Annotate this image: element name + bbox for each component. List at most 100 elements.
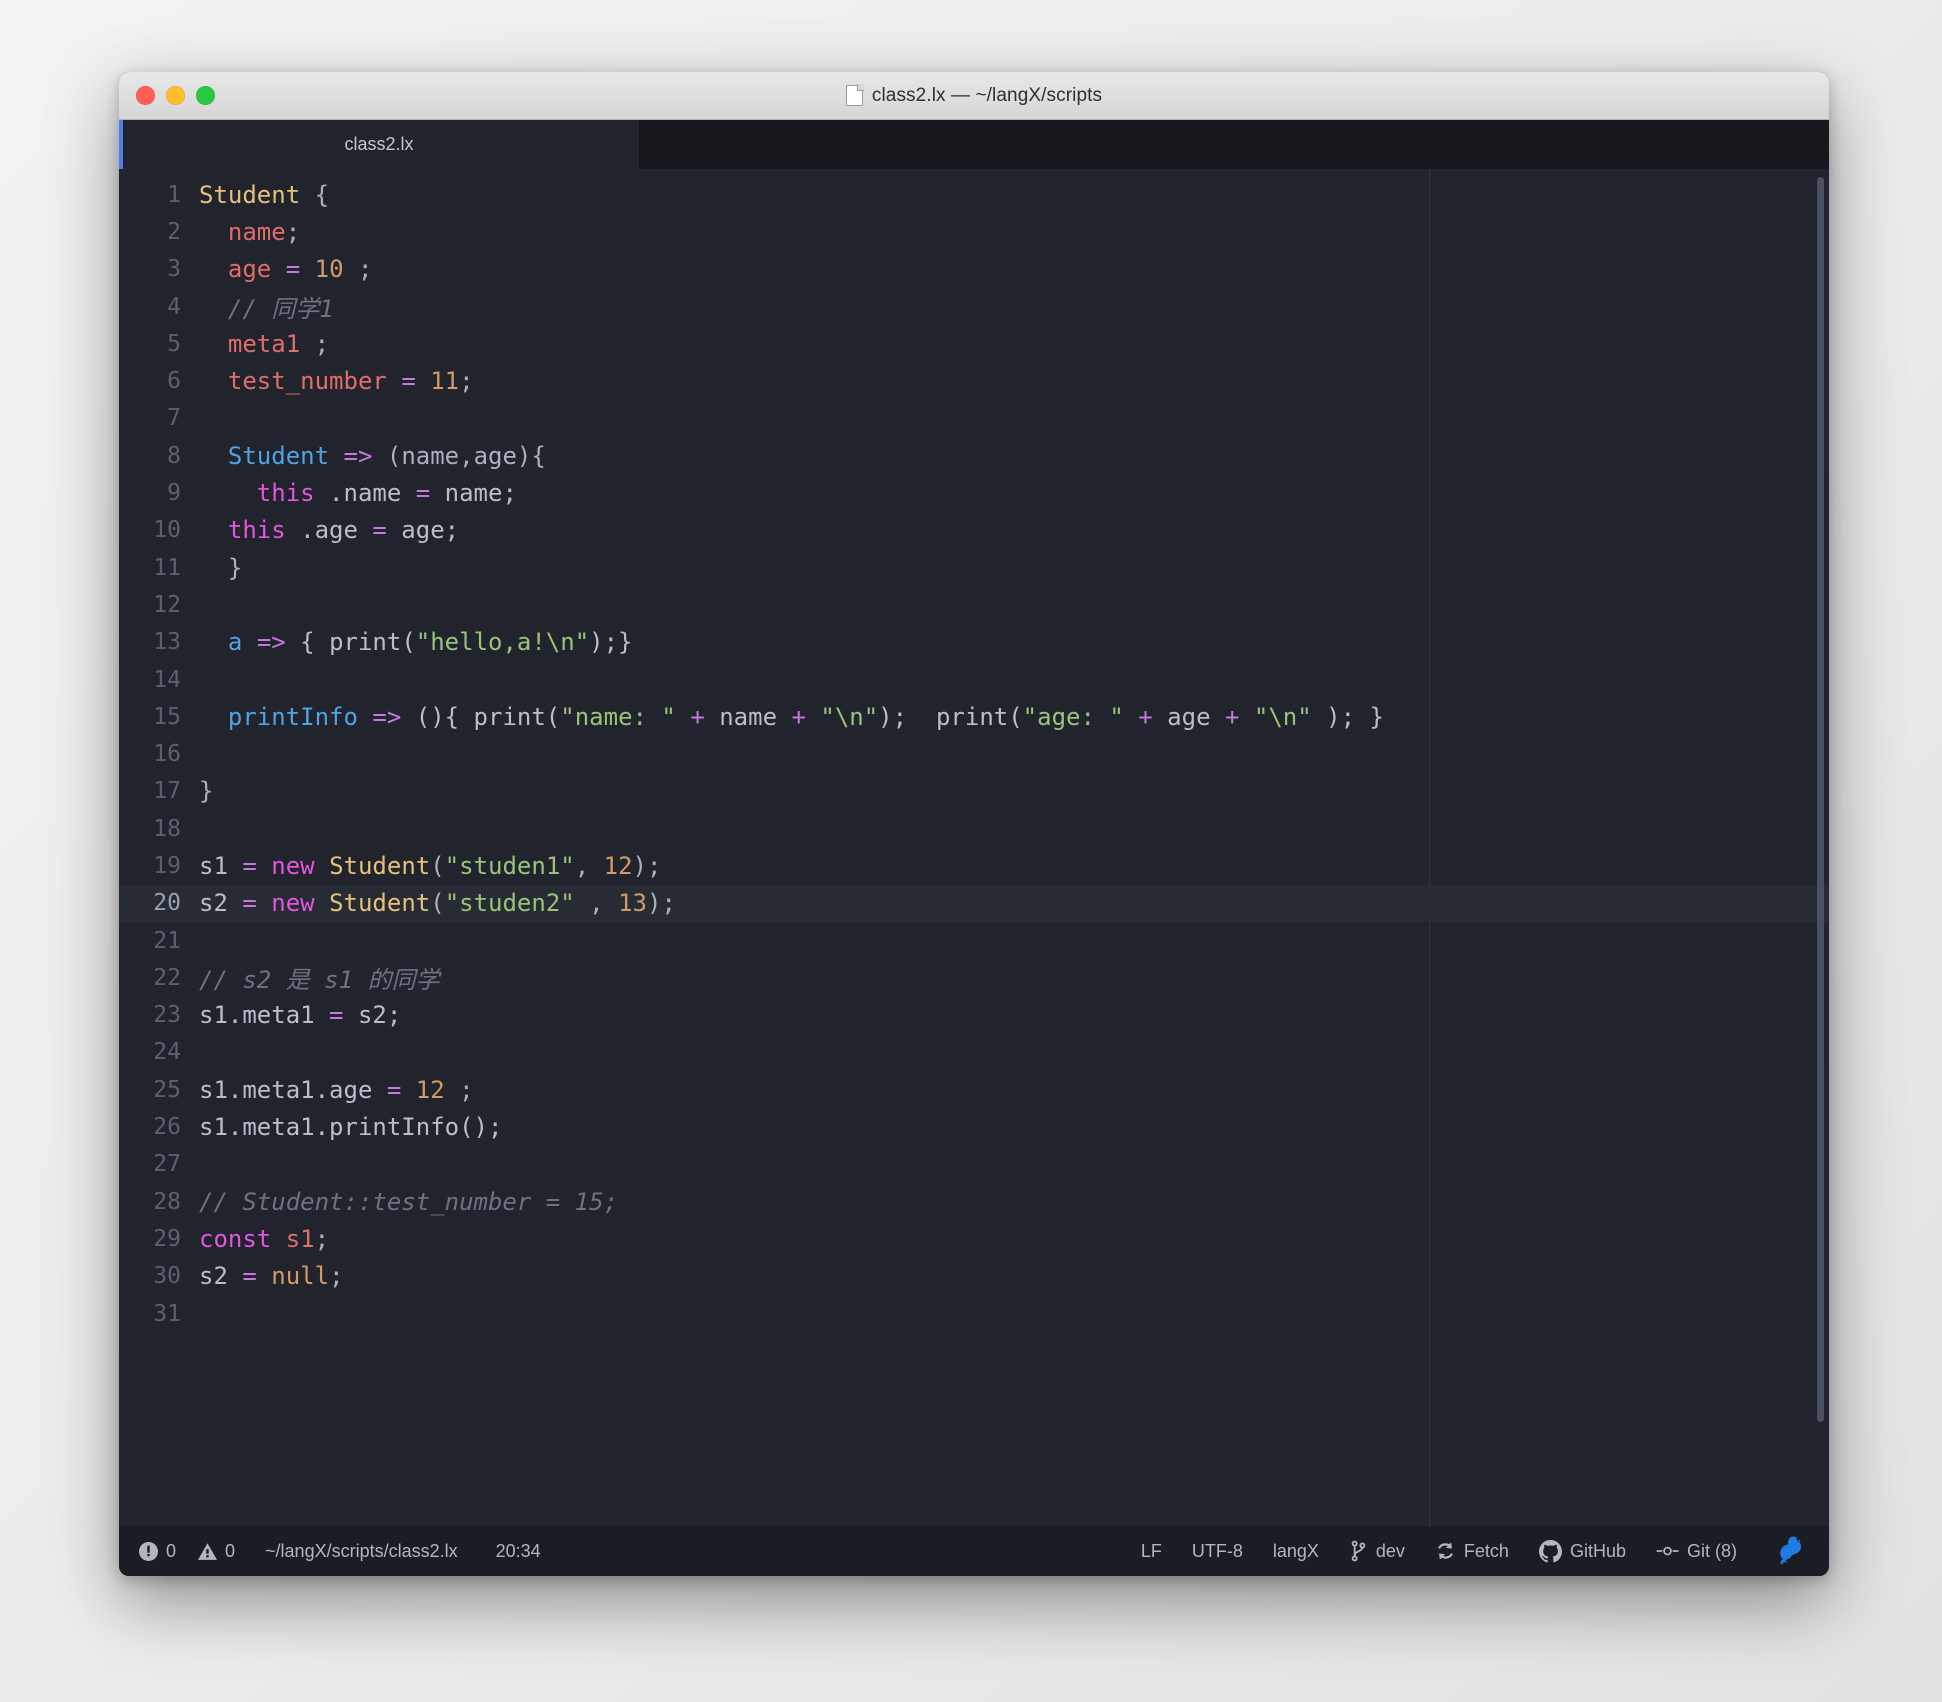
code-text: this .name = name; <box>199 479 517 507</box>
file-path[interactable]: ~/langX/scripts/class2.lx <box>265 1541 458 1562</box>
code-line[interactable]: 23 s1.meta1 = s2; <box>119 997 1829 1034</box>
git-branch[interactable]: dev <box>1349 1540 1405 1562</box>
code-text: } <box>199 777 213 805</box>
code-line[interactable]: 25 s1.meta1.age = 12 ; <box>119 1071 1829 1108</box>
code-line[interactable]: 10 this .age = age; <box>119 512 1829 549</box>
line-number: 7 <box>167 405 181 432</box>
grammar-selector[interactable]: langX <box>1273 1541 1319 1562</box>
code-line[interactable]: 17} <box>119 773 1829 810</box>
github-button[interactable]: GitHub <box>1538 1539 1626 1563</box>
code-line[interactable]: 20 s2 = new Student("studen2" , 13); <box>119 884 1829 922</box>
code-line[interactable]: 29 const s1; <box>119 1220 1829 1257</box>
code-line[interactable]: 19 s1 = new Student("studen1", 12); <box>119 847 1829 884</box>
code-token: => <box>256 628 286 657</box>
code-token: = <box>242 889 257 918</box>
code-token: => <box>343 441 373 470</box>
zoom-button[interactable] <box>196 86 215 105</box>
code-token: = <box>386 1075 402 1104</box>
code-line[interactable]: 9 this .name = name; <box>119 474 1829 511</box>
code-token: } <box>199 553 243 582</box>
code-token: Student <box>329 889 431 918</box>
code-line[interactable]: 16 <box>119 735 1829 772</box>
line-number: 8 <box>167 442 181 469</box>
code-line[interactable]: 4 // 同学1 <box>119 288 1829 325</box>
line-number: 24 <box>153 1039 181 1066</box>
code-line[interactable]: 21 <box>119 922 1829 959</box>
code-token: "name: " <box>560 702 676 731</box>
line-number: 4 <box>167 293 181 320</box>
code-line[interactable]: 7 <box>119 400 1829 437</box>
code-editor[interactable]: 1 Student {2 name; 3 age = 10 ; 4 // 同学1 5 m… <box>119 169 1829 1526</box>
code-line[interactable]: 28 // Student::test_number = 15; <box>119 1183 1829 1220</box>
code-token: ; <box>314 1224 330 1253</box>
code-line[interactable]: 1 Student { <box>119 176 1829 213</box>
line-number: 21 <box>153 927 181 954</box>
desktop-background: class2.lx — ~/langX/scripts class2.lx 1S… <box>0 0 1942 1702</box>
code-token: ; <box>444 1075 474 1104</box>
code-line[interactable]: 26 s1.meta1.printInfo(); <box>119 1108 1829 1145</box>
code-text: Student => (name,age){ <box>199 442 546 470</box>
code-token: ; <box>343 255 373 284</box>
cursor-position[interactable]: 20:34 <box>496 1541 541 1562</box>
code-token: // s2 是 s1 的同学 <box>199 966 440 995</box>
git-commit-icon <box>1656 1543 1679 1559</box>
code-line[interactable]: 18 <box>119 810 1829 847</box>
code-line[interactable]: 14 <box>119 661 1829 698</box>
vertical-scrollbar[interactable] <box>1817 177 1824 1422</box>
code-line[interactable]: 3 age = 10 ; <box>119 251 1829 288</box>
code-line[interactable]: 31 <box>119 1295 1829 1332</box>
code-token: ( <box>430 851 445 880</box>
code-line[interactable]: 11 } <box>119 549 1829 586</box>
code-text: // s2 是 s1 的同学 <box>199 960 440 995</box>
code-token: // Student::test_number = 15; <box>199 1187 619 1216</box>
code-token: 13 <box>618 889 647 918</box>
encoding-selector[interactable]: UTF-8 <box>1192 1541 1243 1562</box>
code-token: printInfo <box>227 702 358 731</box>
code-line[interactable]: 15 printInfo => (){ print("name: " + nam… <box>119 698 1829 735</box>
code-token: 11 <box>430 367 460 396</box>
code-text: printInfo => (){ print("name: " + name +… <box>199 703 1384 731</box>
code-line[interactable]: 30 s2 = null; <box>119 1258 1829 1295</box>
code-line[interactable]: 27 <box>119 1146 1829 1183</box>
code-line[interactable]: 5 meta1 ; <box>119 325 1829 362</box>
code-line[interactable]: 12 <box>119 586 1829 623</box>
line-number: 11 <box>153 554 181 581</box>
code-token: ; <box>300 329 330 358</box>
git-changes-button[interactable]: Git (8) <box>1656 1541 1737 1562</box>
minimize-button[interactable] <box>166 86 185 105</box>
close-button[interactable] <box>136 86 155 105</box>
code-token: "\n" <box>820 702 879 731</box>
warning-indicator[interactable]: 0 <box>198 1541 235 1562</box>
squirrel-icon[interactable] <box>1773 1536 1807 1566</box>
line-ending-selector[interactable]: LF <box>1141 1541 1162 1562</box>
code-token: ( <box>430 889 445 918</box>
code-token: ; <box>459 367 474 396</box>
fetch-button[interactable]: Fetch <box>1435 1541 1509 1562</box>
code-token: s1.meta1.age <box>199 1075 387 1104</box>
code-token: "hello,a!\n" <box>415 628 590 657</box>
code-line[interactable]: 24 <box>119 1034 1829 1071</box>
line-number: 30 <box>153 1263 181 1290</box>
error-indicator[interactable]: 0 <box>139 1541 176 1562</box>
code-token: const <box>199 1224 272 1253</box>
code-line[interactable]: 8 Student => (name,age){ <box>119 437 1829 474</box>
line-number: 12 <box>153 591 181 618</box>
code-line[interactable]: 22 // s2 是 s1 的同学 <box>119 959 1829 996</box>
code-token: name <box>227 217 286 246</box>
code-token: ); <box>647 889 676 918</box>
code-line[interactable]: 2 name; <box>119 213 1829 250</box>
code-line[interactable]: 6 test_number = 11; <box>119 362 1829 399</box>
line-number: 17 <box>153 778 181 805</box>
code-line[interactable]: 13 a => { print("hello,a!\n");} <box>119 624 1829 661</box>
window-titlebar[interactable]: class2.lx — ~/langX/scripts <box>119 72 1829 120</box>
tab-class2-lx[interactable]: class2.lx <box>119 120 639 169</box>
github-label: GitHub <box>1569 1540 1626 1561</box>
code-token: s1 <box>199 851 243 880</box>
